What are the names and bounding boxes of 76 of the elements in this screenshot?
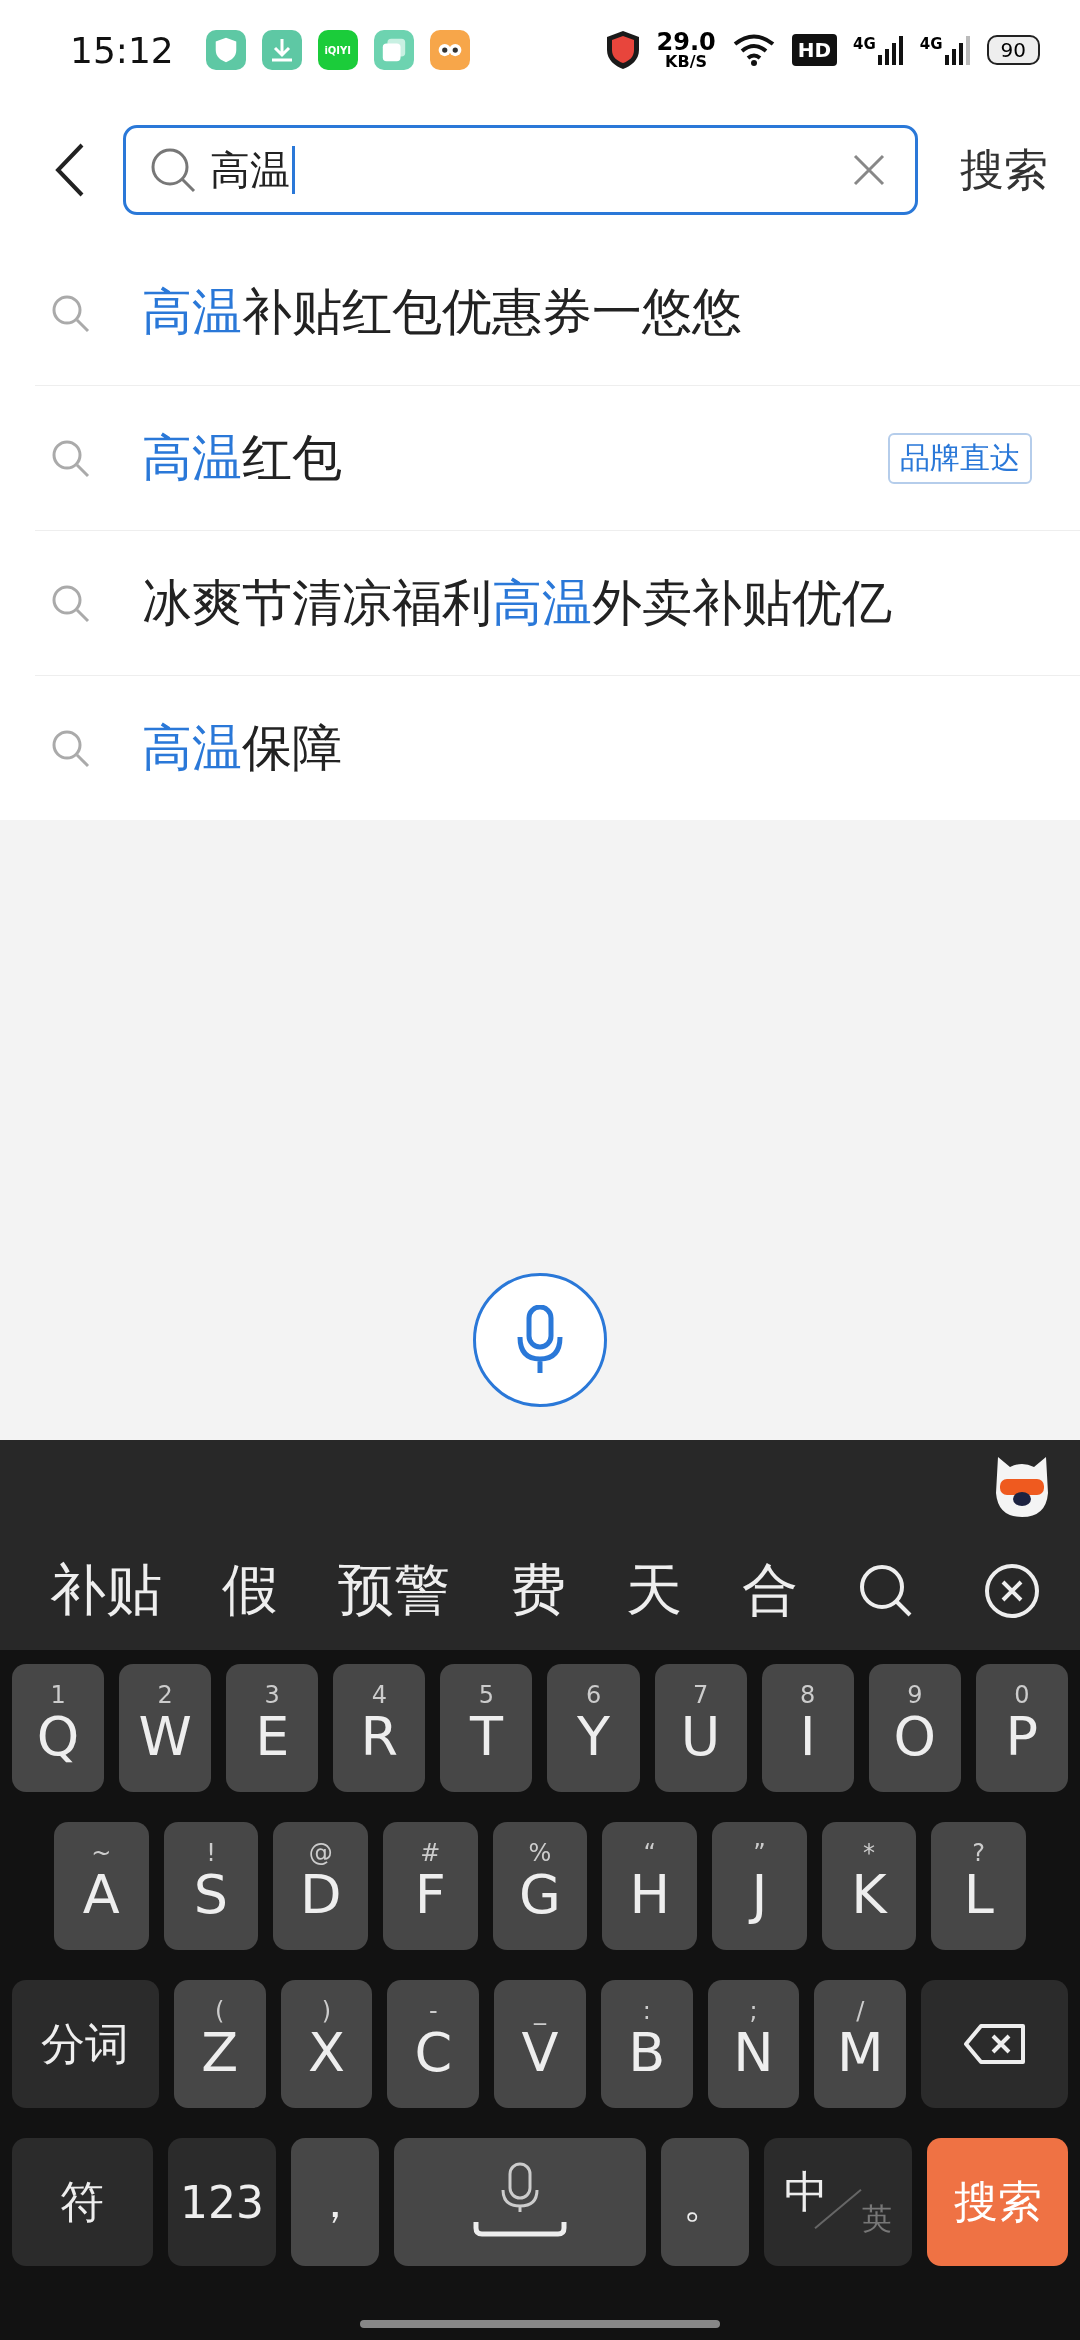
- app-icon: [429, 30, 470, 70]
- key[interactable]: 8 I: [761, 1664, 854, 1792]
- key[interactable]: ~ A: [54, 1822, 149, 1950]
- suggestion-item[interactable]: 高温红包 品牌直达: [35, 385, 1080, 530]
- signal-icon: [877, 35, 904, 65]
- key[interactable]: / M: [814, 1980, 907, 2108]
- key[interactable]: 1 Q: [12, 1664, 105, 1792]
- close-icon[interactable]: [984, 1563, 1040, 1619]
- suggestion-item[interactable]: 冰爽节清凉福利高温外卖补贴优亿: [35, 530, 1080, 675]
- app-icon: iQIYI: [317, 30, 358, 70]
- search-icon: [150, 147, 196, 193]
- key[interactable]: 7 U: [654, 1664, 747, 1792]
- key[interactable]: ( Z: [173, 1980, 266, 2108]
- key[interactable]: 4 R: [333, 1664, 426, 1792]
- suggestion-item[interactable]: 高温补贴红包优惠券一悠悠: [0, 240, 1080, 385]
- key[interactable]: 2 W: [119, 1664, 212, 1792]
- microphone-icon: [516, 1305, 564, 1375]
- brand-tag: 品牌直达: [888, 432, 1032, 484]
- app-icon: [373, 30, 414, 70]
- app-icon: [205, 30, 246, 70]
- space-key[interactable]: [394, 2138, 646, 2266]
- candidate-word[interactable]: 费: [510, 1553, 566, 1629]
- candidate-word[interactable]: 补贴: [50, 1553, 162, 1629]
- key[interactable]: ! S: [163, 1822, 259, 1950]
- signal-icon: [944, 35, 971, 65]
- hd-badge: HD: [791, 34, 838, 66]
- language-key[interactable]: 中 英: [763, 2138, 913, 2266]
- key[interactable]: _ V: [494, 1980, 586, 2108]
- key[interactable]: ) X: [280, 1980, 373, 2108]
- candidate-word[interactable]: 假: [222, 1553, 278, 1629]
- key[interactable]: 6 Y: [547, 1664, 640, 1792]
- search-icon[interactable]: [858, 1563, 914, 1619]
- speed-unit: KB/S: [665, 54, 708, 70]
- key[interactable]: 5 T: [440, 1664, 533, 1792]
- battery-level: 90: [1000, 38, 1026, 62]
- candidate-word[interactable]: 合: [742, 1553, 798, 1629]
- suggestion-text: 冰爽节清凉福利高温外卖补贴优亿: [142, 572, 892, 634]
- wifi-icon: [731, 33, 776, 67]
- key[interactable]: ，: [291, 2138, 380, 2266]
- key[interactable]: : B: [600, 1980, 693, 2108]
- key[interactable]: “ H: [602, 1822, 698, 1950]
- search-icon: [50, 583, 90, 623]
- candidate-word[interactable]: 天: [626, 1553, 682, 1629]
- key[interactable]: # F: [383, 1822, 478, 1950]
- clear-icon[interactable]: [853, 154, 885, 186]
- suggestion-text: 高温红包: [142, 427, 342, 489]
- suggestion-text: 高温补贴红包优惠券一悠悠: [142, 282, 742, 343]
- key[interactable]: * K: [821, 1822, 917, 1950]
- key[interactable]: 符: [12, 2138, 153, 2266]
- search-icon: [50, 728, 90, 768]
- key[interactable]: 分词: [12, 1980, 159, 2108]
- back-icon[interactable]: [55, 143, 85, 197]
- shield-icon: [606, 30, 641, 70]
- key[interactable]: % G: [492, 1822, 588, 1950]
- key[interactable]: 123: [167, 2138, 277, 2266]
- key[interactable]: 0 P: [975, 1664, 1068, 1792]
- status-time: 15:12: [70, 29, 174, 71]
- search-field[interactable]: 高温: [123, 125, 918, 215]
- network-speed: 29.0: [656, 30, 716, 54]
- key[interactable]: @ D: [273, 1822, 368, 1950]
- suggestion-text: 高温保障: [142, 717, 342, 779]
- search-button[interactable]: 搜索: [956, 140, 1052, 200]
- key[interactable]: ? L: [931, 1822, 1027, 1950]
- network-type: 4G: [919, 35, 943, 53]
- app-icon: [261, 30, 302, 70]
- network-type: 4G: [853, 35, 876, 53]
- search-icon: [50, 438, 90, 478]
- key[interactable]: ” J: [712, 1822, 807, 1950]
- backspace-icon: [962, 2023, 1027, 2065]
- candidate-word[interactable]: 预警: [338, 1553, 450, 1629]
- key[interactable]: 。: [660, 2138, 749, 2266]
- key[interactable]: 3 E: [226, 1664, 319, 1792]
- backspace-key[interactable]: [921, 1980, 1068, 2108]
- key[interactable]: - C: [387, 1980, 480, 2108]
- key[interactable]: ; N: [707, 1980, 800, 2108]
- key[interactable]: 9 O: [868, 1664, 961, 1792]
